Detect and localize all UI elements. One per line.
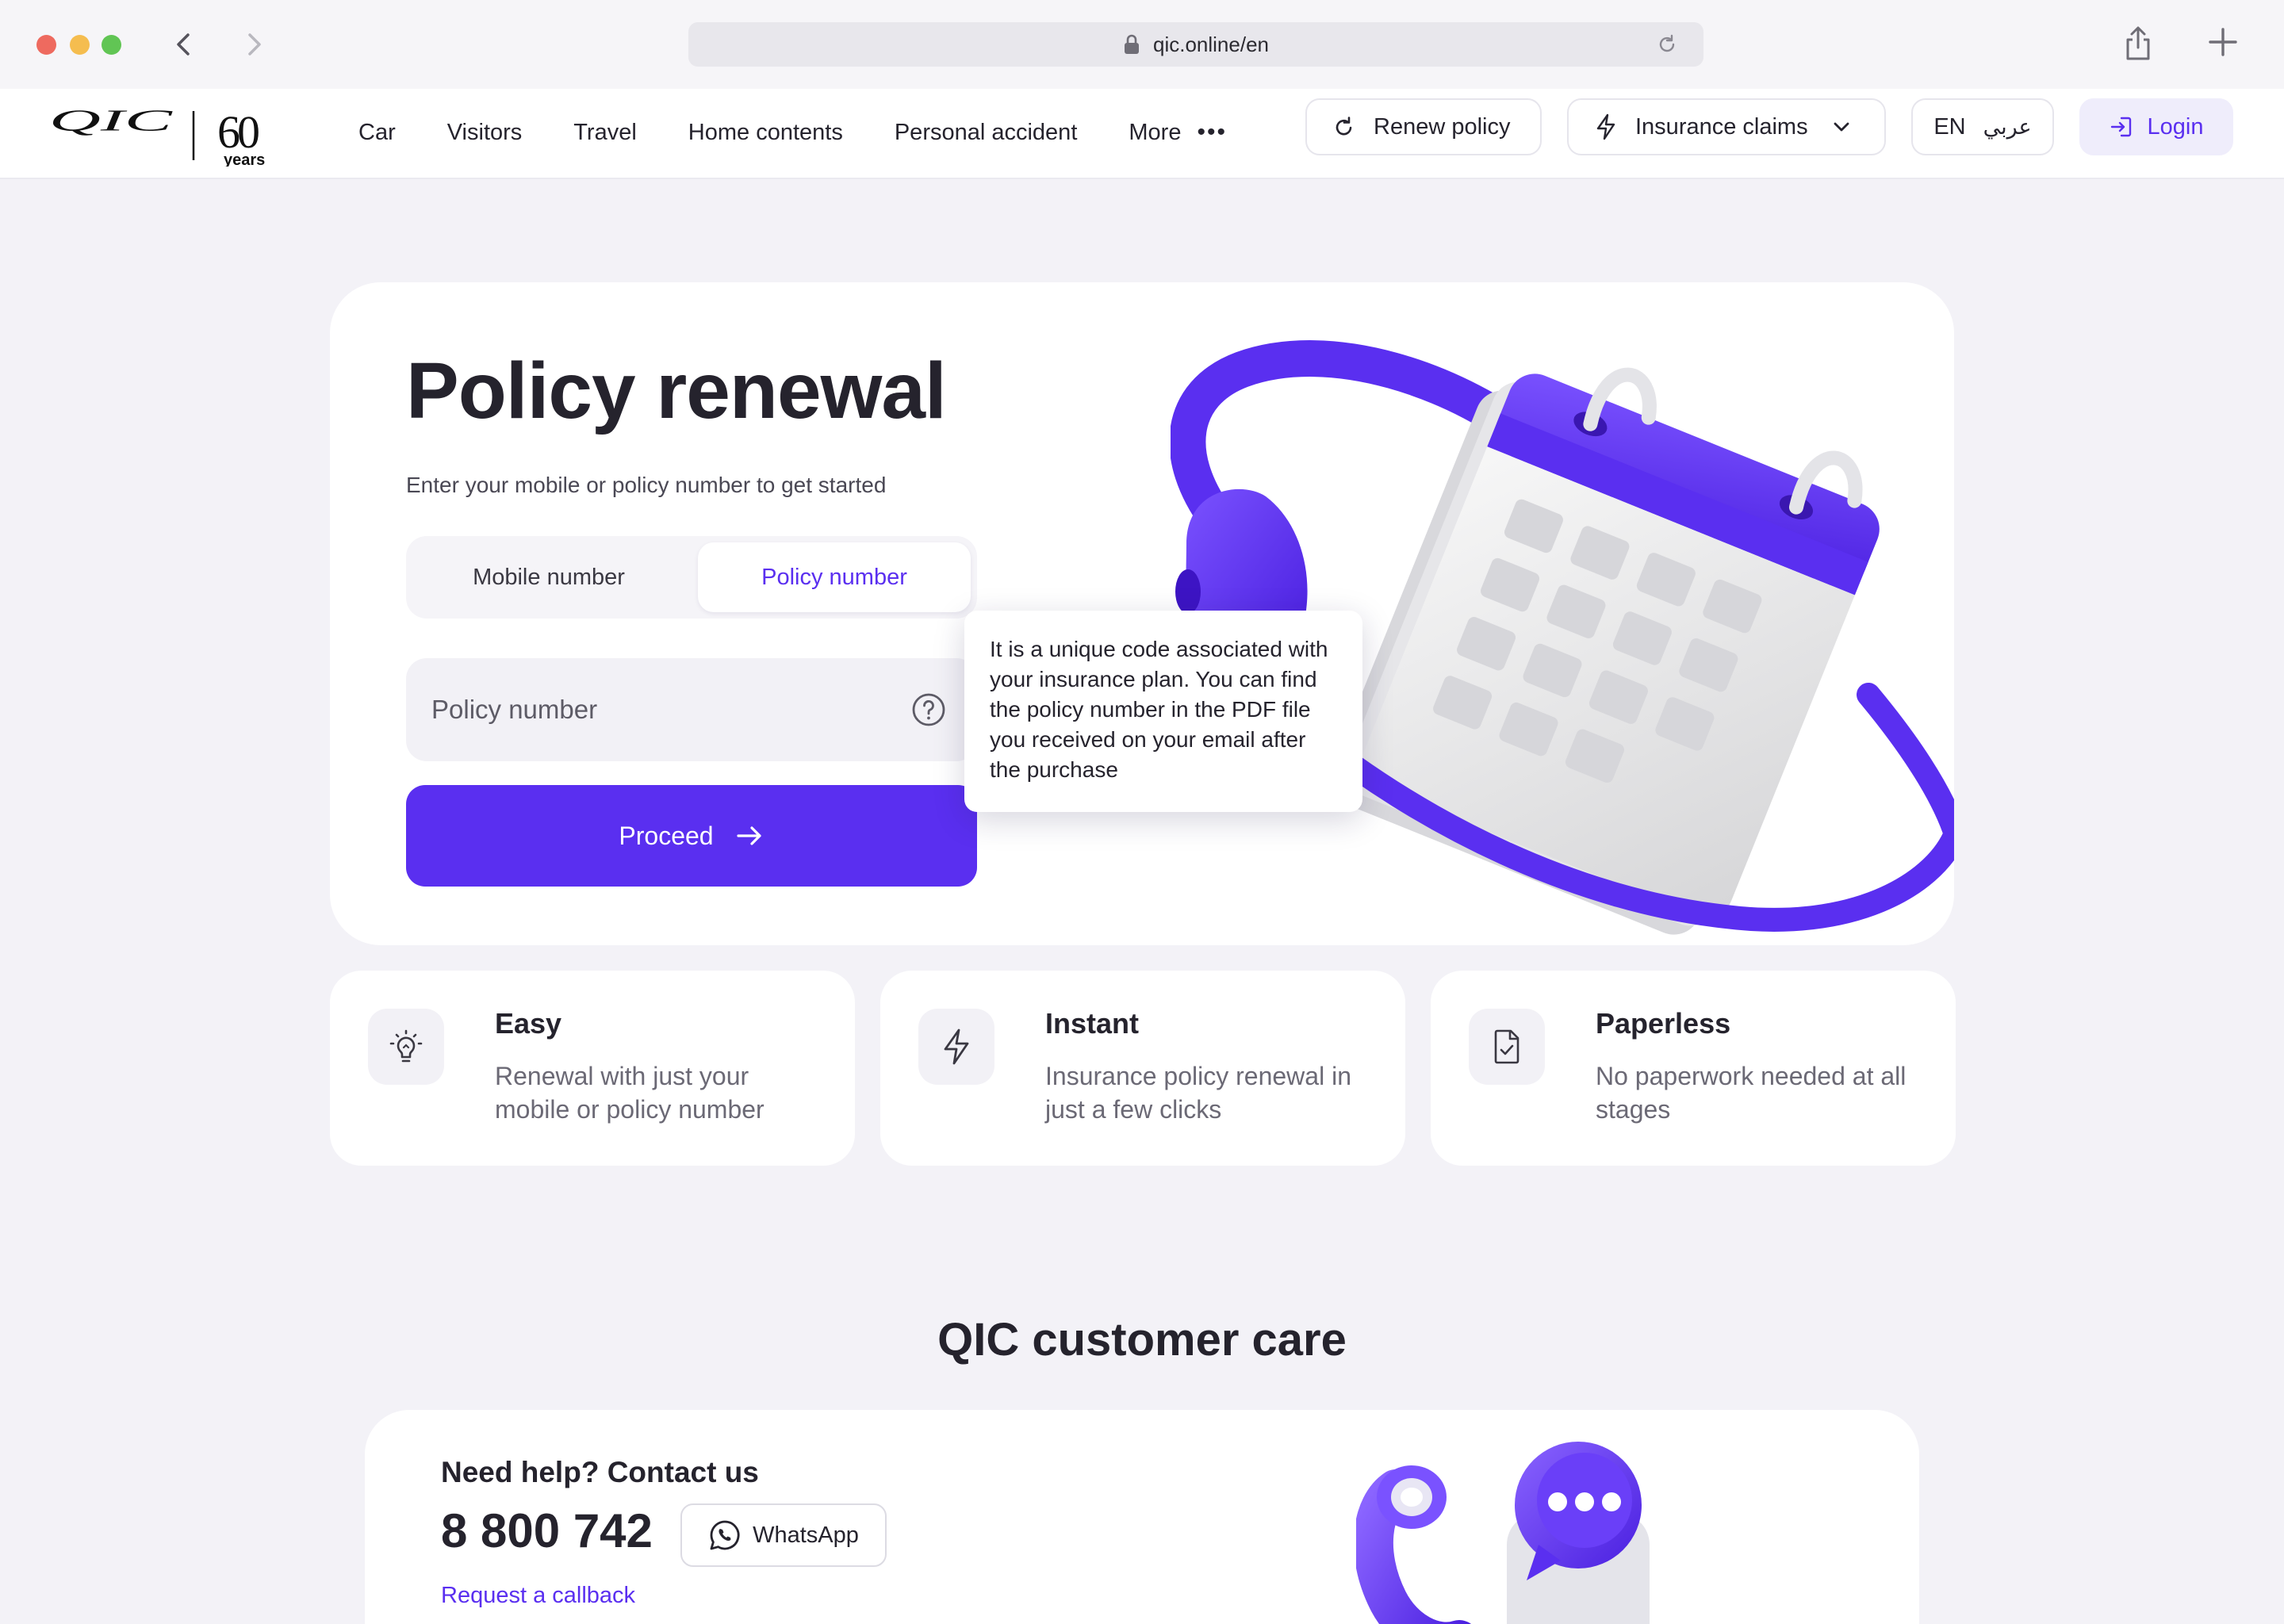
share-icon[interactable] (2122, 25, 2154, 62)
nav-personal-accident[interactable]: Personal accident (895, 120, 1078, 146)
feature-description: No paperwork needed at all stages (1596, 1062, 1907, 1124)
feature-card-instant: Instant Insurance policy renewal in just… (880, 971, 1405, 1166)
customer-care-heading: QIC customer care (937, 1314, 1347, 1365)
forward-arrow-icon[interactable] (235, 25, 273, 63)
lang-en[interactable]: EN (1933, 114, 1965, 140)
nav-more-label: More (1129, 119, 1182, 145)
nav-more[interactable]: More ••• (1129, 119, 1227, 146)
reload-icon[interactable] (1656, 33, 1678, 56)
qic-60-years-logo[interactable]: QIC 60 years (49, 100, 287, 167)
lang-ar[interactable]: عربي (1983, 115, 2032, 140)
proceed-label: Proceed (619, 821, 714, 850)
whatsapp-icon (710, 1520, 740, 1550)
proceed-button[interactable]: Proceed (406, 785, 977, 887)
main-nav: Car Visitors Travel Home contents Person… (358, 113, 1278, 152)
tab-mobile-number[interactable]: Mobile number (412, 542, 685, 612)
arrow-right-icon (736, 826, 761, 845)
logo-badge-number: 60 (217, 106, 259, 158)
lightbulb-icon (389, 1029, 423, 1063)
chevron-down-icon (1834, 122, 1849, 132)
contact-card: Need help? Contact us 8 800 742 WhatsApp… (365, 1410, 1919, 1624)
question-circle-icon[interactable] (910, 691, 947, 728)
whatsapp-button[interactable]: WhatsApp (680, 1503, 887, 1567)
new-tab-icon[interactable] (2205, 24, 2241, 60)
lightning-icon (944, 1028, 969, 1065)
tab-policy-number[interactable]: Policy number (698, 542, 971, 612)
more-dots-icon: ••• (1197, 119, 1227, 145)
policy-number-tooltip: It is a unique code associated with your… (964, 611, 1362, 812)
phone-number[interactable]: 8 800 742 (441, 1503, 653, 1558)
request-callback-link[interactable]: Request a callback (441, 1583, 635, 1609)
url-text: qic.online/en (1153, 32, 1269, 56)
login-label: Login (2147, 113, 2204, 140)
close-window-button[interactable] (36, 35, 56, 55)
document-check-icon (1494, 1029, 1519, 1064)
renew-policy-label: Renew policy (1374, 113, 1511, 140)
feature-icon-box (368, 1009, 444, 1085)
policy-number-field (406, 658, 977, 761)
phone-chat-illustration (1356, 1442, 1650, 1624)
refresh-icon (1336, 117, 1352, 136)
address-bar[interactable]: qic.online/en (688, 22, 1703, 67)
feature-icon-box (1469, 1009, 1545, 1085)
nav-car[interactable]: Car (358, 120, 396, 146)
insurance-claims-dropdown[interactable]: Insurance claims (1567, 98, 1886, 155)
feature-icon-box (918, 1009, 994, 1085)
language-switcher[interactable]: EN عربي (1911, 98, 2054, 155)
renew-policy-button[interactable]: Renew policy (1305, 98, 1542, 155)
logo-badge-word: years (224, 151, 265, 167)
feature-card-easy: Easy Renewal with just your mobile or po… (330, 971, 855, 1166)
nav-visitors[interactable]: Visitors (447, 120, 523, 146)
minimize-window-button[interactable] (70, 35, 90, 55)
zoom-window-button[interactable] (102, 35, 121, 55)
login-button[interactable]: Login (2079, 98, 2233, 155)
lock-icon (1125, 34, 1139, 54)
page-subtitle: Enter your mobile or policy number to ge… (406, 473, 887, 497)
back-arrow-icon[interactable] (165, 25, 203, 63)
feature-title: Paperless (1596, 1007, 1731, 1040)
lightning-icon (1596, 113, 1615, 140)
insurance-claims-label: Insurance claims (1635, 113, 1808, 140)
policy-number-input[interactable] (431, 658, 876, 761)
contact-heading: Need help? Contact us (441, 1456, 759, 1488)
browser-chrome: qic.online/en (0, 0, 2284, 89)
feature-description: Insurance policy renewal in just a few c… (1045, 1062, 1351, 1124)
nav-travel[interactable]: Travel (573, 120, 637, 146)
feature-description: Renewal with just your mobile or policy … (495, 1062, 765, 1124)
feature-title: Easy (495, 1007, 562, 1040)
feature-title: Instant (1045, 1007, 1140, 1040)
lookup-type-toggle: Mobile number Policy number (406, 536, 977, 619)
nav-home-contents[interactable]: Home contents (688, 120, 843, 146)
login-icon (2110, 117, 2131, 137)
logo-wordmark: QIC (49, 103, 173, 137)
whatsapp-label: WhatsApp (753, 1522, 859, 1548)
page-title: Policy renewal (406, 347, 947, 435)
site-header: QIC 60 years Car Visitors Travel Home co… (0, 89, 2284, 179)
feature-card-paperless: Paperless No paperwork needed at all sta… (1431, 971, 1956, 1166)
